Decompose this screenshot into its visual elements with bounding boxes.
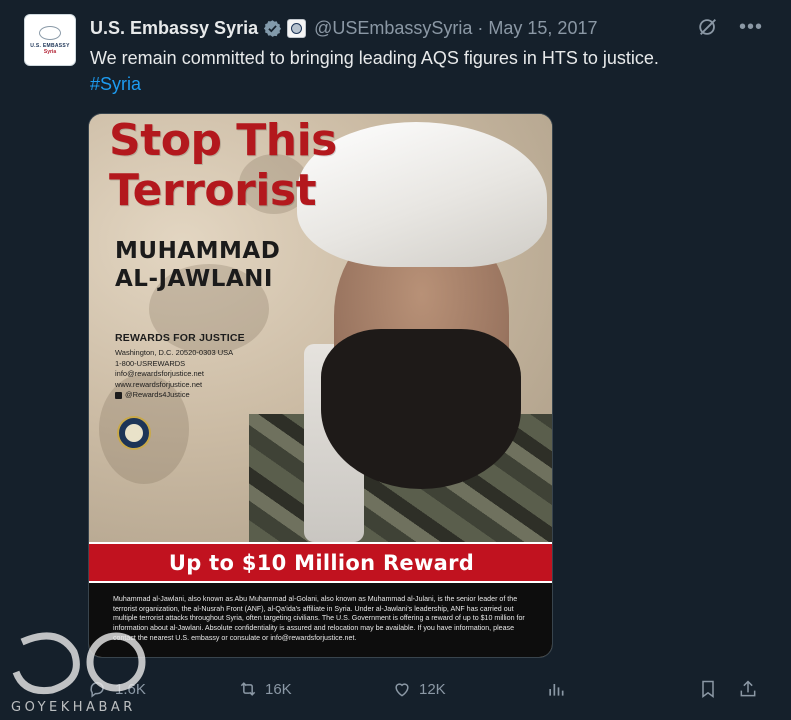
twitter-square-icon: [115, 391, 122, 399]
rfj-social: @Rewards4Justice: [115, 390, 245, 401]
poster-name: MUHAMMAD AL-JAWLANI: [115, 237, 280, 293]
rfj-line: Washington, D.C. 20520-0303 USA: [115, 348, 234, 357]
portrait-beard: [321, 329, 521, 489]
tweet-media-image[interactable]: Stop This Terrorist MUHAMMAD AL-JAWLANI …: [88, 113, 553, 658]
poster-description-text: Muhammad al-Jawlani, also known as Abu M…: [113, 595, 525, 642]
avatar-seal-icon: [39, 25, 61, 40]
views-icon: [549, 684, 564, 696]
like-button[interactable]: 12K: [392, 674, 446, 704]
watermark: GOYEKHABAR: [8, 622, 158, 720]
watermark-text: GOYEKHABAR: [11, 700, 136, 715]
avatar[interactable]: U.S. EMBASSY Syria: [24, 14, 76, 66]
retweet-icon: [240, 682, 256, 696]
timestamp[interactable]: May 15, 2017: [488, 18, 597, 39]
bookmark-icon: [702, 680, 714, 698]
hashtag-link[interactable]: #Syria: [90, 72, 141, 97]
rfj-line: www.rewardsforjustice.net: [115, 379, 203, 389]
like-icon: [395, 683, 409, 697]
watermark-logo-icon: [12, 632, 146, 695]
share-icon: [740, 680, 756, 697]
tweet[interactable]: U.S. EMBASSY Syria U.S. Embassy Syria @U…: [0, 0, 791, 720]
bookmark-button[interactable]: [698, 674, 718, 704]
retweet-button[interactable]: 16K: [238, 674, 292, 704]
poster-title-line: Stop This: [109, 115, 337, 166]
tweet-text: We remain committed to bringing leading …: [90, 48, 659, 68]
handle[interactable]: @USEmbassySyria: [314, 18, 472, 39]
poster-title: Stop This Terrorist: [109, 116, 337, 216]
verified-badge-icon[interactable]: [263, 19, 282, 38]
rfj-social-handle: @Rewards4Justice: [125, 390, 190, 399]
rewards-for-justice-block: REWARDS FOR JUSTICE Washington, D.C. 205…: [115, 332, 245, 401]
tweet-top-actions: •••: [697, 16, 763, 38]
poster-title-line: Terrorist: [109, 165, 317, 216]
views-button[interactable]: [546, 674, 566, 704]
poster-name-line: AL-JAWLANI: [115, 266, 273, 292]
avatar-text-bottom: Syria: [43, 48, 57, 55]
tweet-header: U.S. Embassy Syria @USEmbassySyria · May…: [90, 16, 597, 40]
like-count: 12K: [419, 680, 446, 698]
separator-dot: ·: [477, 17, 484, 38]
state-department-seal-icon: [117, 416, 151, 450]
grok-icon[interactable]: [697, 16, 719, 38]
reward-banner-text: Up to $10 Million Reward: [168, 550, 475, 575]
rfj-title: REWARDS FOR JUSTICE: [115, 332, 245, 344]
rfj-line: info@rewardsforjustice.net: [115, 369, 204, 378]
more-icon[interactable]: •••: [739, 16, 763, 38]
poster-description: Muhammad al-Jawlani, also known as Abu M…: [89, 583, 552, 657]
rfj-line: 1-800-USREWARDS: [115, 358, 186, 368]
government-badge-icon[interactable]: [287, 18, 307, 38]
display-name[interactable]: U.S. Embassy Syria: [90, 18, 258, 39]
reward-banner: Up to $10 Million Reward: [89, 542, 552, 583]
poster-name-line: MUHAMMAD: [115, 238, 281, 264]
share-button[interactable]: [738, 674, 758, 704]
retweet-count: 16K: [265, 680, 292, 698]
